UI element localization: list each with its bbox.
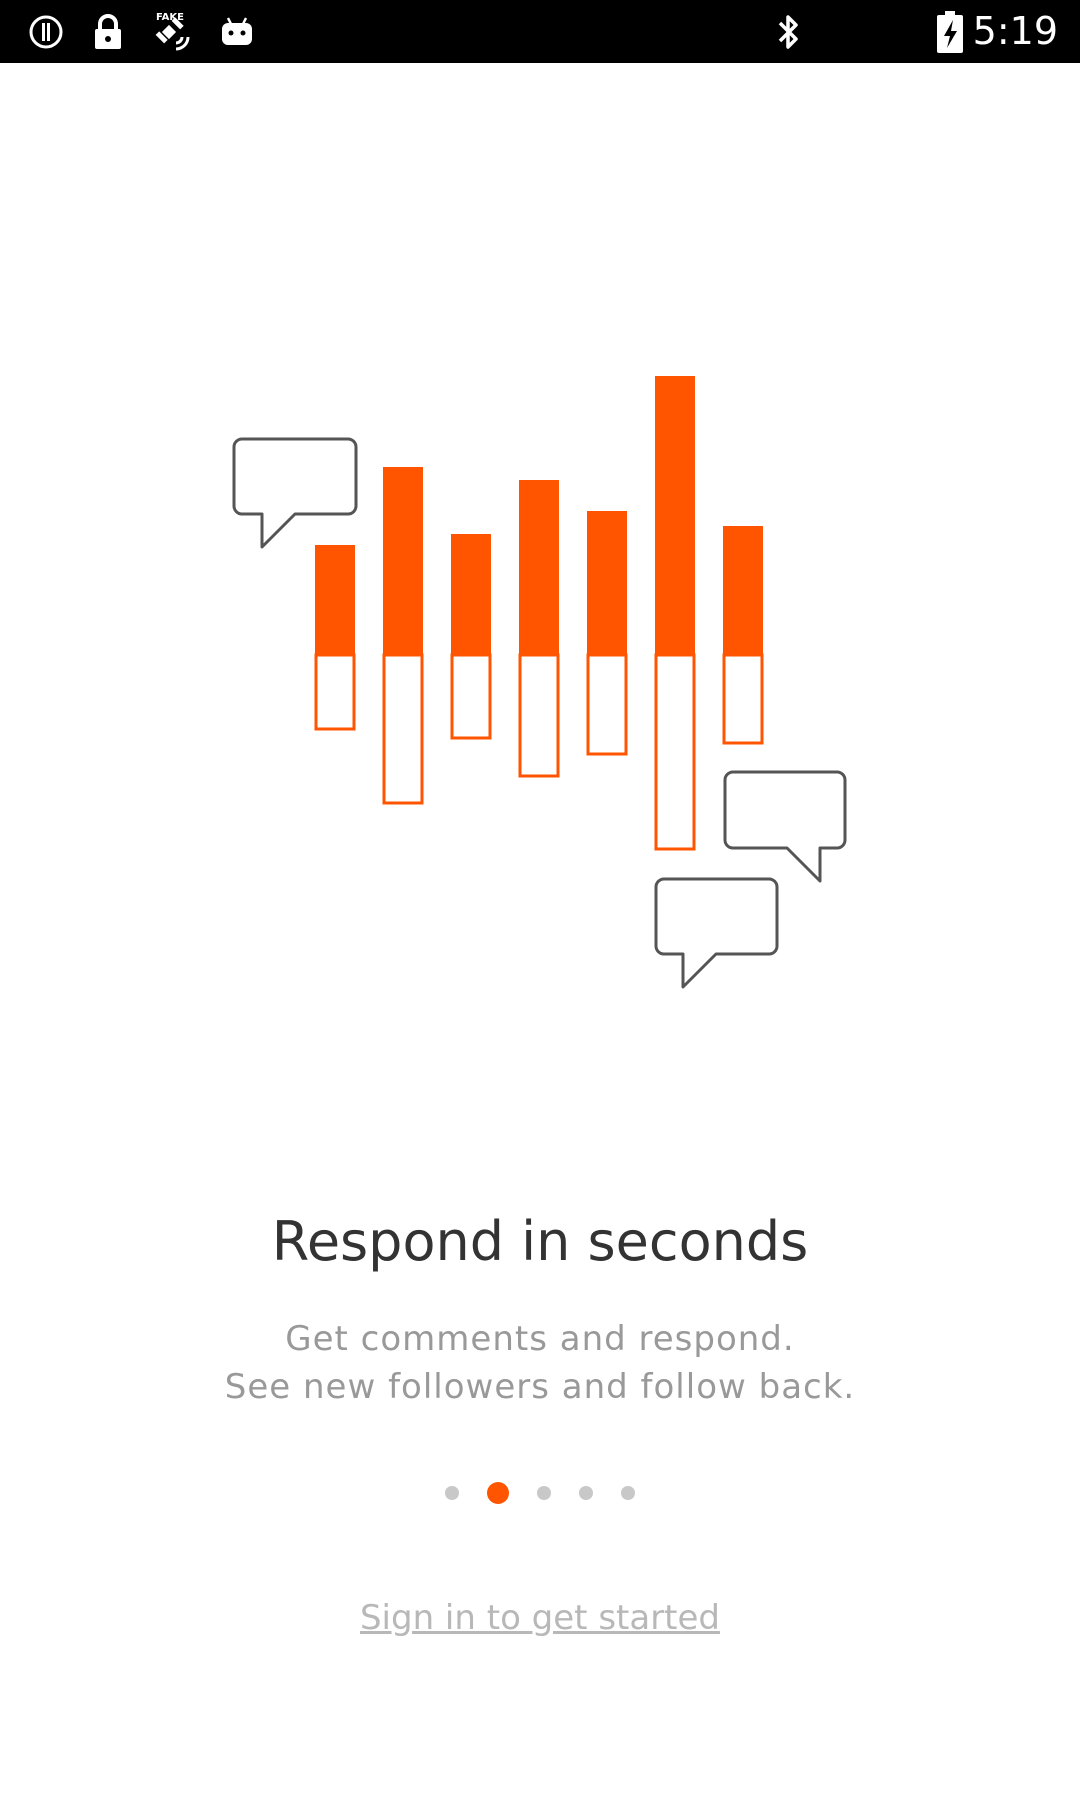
onboarding-title: Respond in seconds bbox=[271, 1210, 809, 1273]
bar-4 bbox=[518, 480, 560, 778]
bar-7 bbox=[722, 526, 764, 745]
lock-icon bbox=[92, 0, 124, 63]
speech-bubble-icon bbox=[654, 877, 779, 989]
page-dot[interactable] bbox=[537, 1486, 551, 1500]
onboarding-description: Get comments and respond. See new follow… bbox=[0, 1315, 1080, 1411]
bar-6 bbox=[654, 376, 696, 851]
bar-2 bbox=[382, 467, 424, 805]
signin-container: Sign in to get started bbox=[0, 1598, 1080, 1638]
status-bar: FAKE 5:19 bbox=[0, 0, 1080, 63]
svg-text:FAKE: FAKE bbox=[156, 12, 184, 23]
page-dot[interactable] bbox=[621, 1486, 635, 1500]
bluetooth-icon bbox=[774, 0, 804, 63]
status-clock: 5:19 bbox=[972, 9, 1058, 53]
description-line: Get comments and respond. bbox=[285, 1319, 795, 1359]
page-indicator bbox=[0, 1481, 1080, 1505]
battery-charging-icon bbox=[936, 0, 964, 63]
page-dot-active[interactable] bbox=[487, 1482, 509, 1504]
speech-bubble-icon bbox=[723, 770, 847, 883]
android-icon bbox=[220, 0, 254, 63]
description-line: See new followers and follow back. bbox=[224, 1367, 856, 1407]
bar-1 bbox=[314, 545, 356, 731]
bar-5 bbox=[586, 511, 628, 756]
signin-link[interactable]: Sign in to get started bbox=[360, 1598, 720, 1638]
page-dot[interactable] bbox=[445, 1486, 459, 1500]
info-icon bbox=[28, 0, 64, 63]
speech-bubble-icon bbox=[232, 437, 358, 549]
onboarding-screen: FAKE 5:19 Respond in seconds Get comment… bbox=[0, 0, 1080, 1794]
fake-gps-icon: FAKE bbox=[150, 0, 196, 63]
page-dot[interactable] bbox=[579, 1486, 593, 1500]
bar-chart-chat-illustration bbox=[232, 376, 847, 989]
bar-3 bbox=[450, 534, 492, 740]
